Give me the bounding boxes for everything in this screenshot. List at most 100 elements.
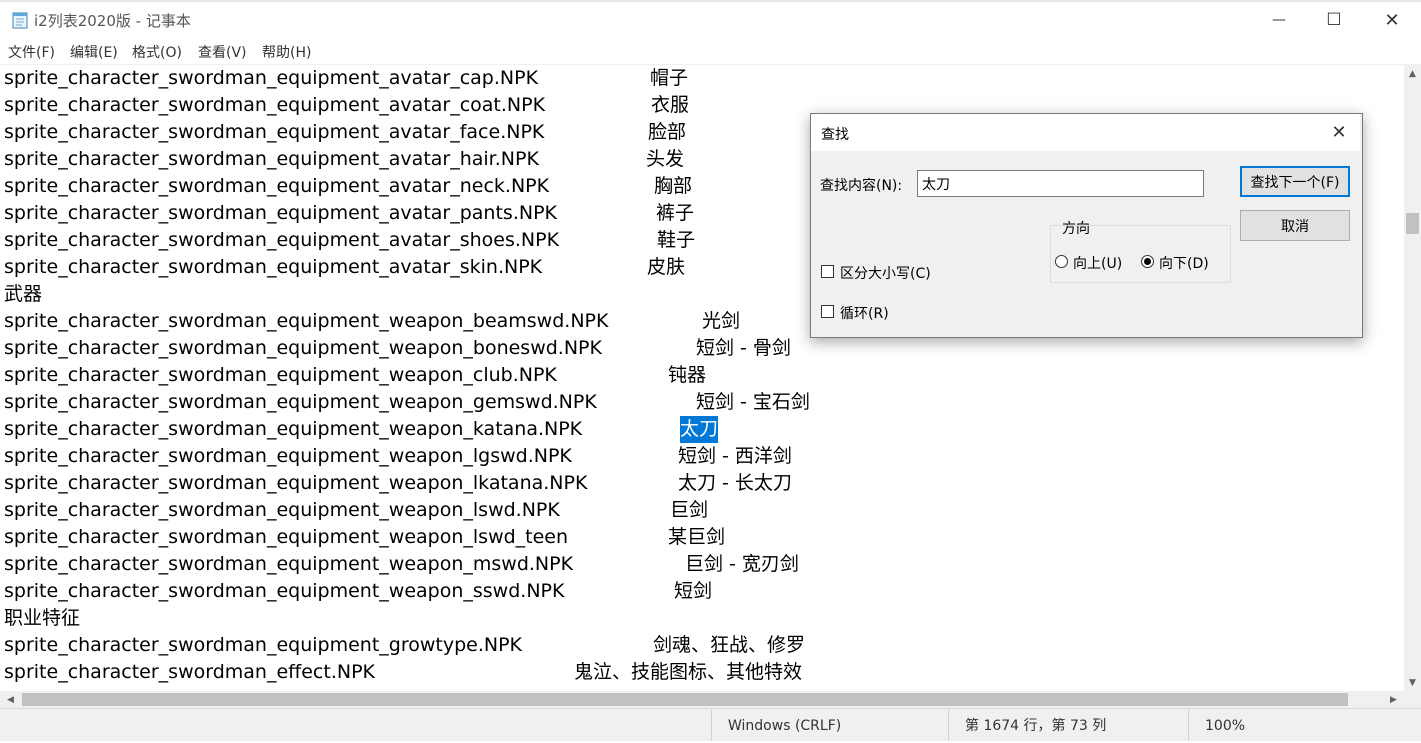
match-case-checkbox[interactable] xyxy=(821,265,834,278)
line-filename: sprite_character_swordman_equipment_avat… xyxy=(4,229,560,251)
line-filename: sprite_character_swordman_equipment_grow… xyxy=(4,634,523,656)
line-filename: 职业特征 xyxy=(4,607,81,629)
cancel-label: 取消 xyxy=(1281,218,1309,235)
title-bar: i2列表2020版 - 记事本 — ☐ ✕ xyxy=(0,0,1421,40)
line-filename: sprite_character_swordman_equipment_weap… xyxy=(4,553,574,575)
text-line: sprite_character_swordman_equipment_weap… xyxy=(4,335,1394,362)
status-encoding: Windows (CRLF) xyxy=(711,709,948,741)
line-description: 剑魂、狂战、修罗 xyxy=(653,634,806,656)
notepad-icon xyxy=(12,12,28,29)
line-description: 鬼泣、技能图标、其他特效 xyxy=(574,661,803,683)
line-description: 短剑 xyxy=(674,580,713,602)
taskbar-strip xyxy=(0,0,1421,2)
window-title: i2列表2020版 - 记事本 xyxy=(34,12,191,30)
status-position: 第 1674 行，第 73 列 xyxy=(948,709,1188,741)
find-what-label: 查找内容(N): xyxy=(820,178,903,194)
line-filename: sprite_character_swordman_effect.NPK xyxy=(4,661,376,683)
close-icon: ✕ xyxy=(1331,122,1347,143)
horizontal-scrollbar[interactable]: ◀ ▶ xyxy=(0,691,1404,708)
line-filename: sprite_character_swordman_equipment_weap… xyxy=(4,337,602,359)
line-filename: sprite_character_swordman_equipment_avat… xyxy=(4,148,539,170)
line-description: 短剑 - 骨剑 xyxy=(696,337,791,359)
menu-edit[interactable]: 编辑(E) xyxy=(70,42,118,62)
minimize-button[interactable]: — xyxy=(1250,0,1308,40)
direction-up-radio[interactable] xyxy=(1055,255,1068,268)
find-next-button[interactable]: 查找下一个(F) xyxy=(1240,166,1350,197)
text-line: sprite_character_swordman_equipment_grow… xyxy=(4,632,1394,659)
line-description: 鞋子 xyxy=(657,229,696,251)
line-description: 太刀 xyxy=(680,416,719,443)
find-dialog-title: 查找 xyxy=(821,127,849,143)
maximize-icon: ☐ xyxy=(1326,10,1342,30)
line-filename: sprite_character_swordman_equipment_avat… xyxy=(4,202,557,224)
line-filename: sprite_character_swordman_equipment_weap… xyxy=(4,310,609,332)
match-case-label[interactable]: 区分大小写(C) xyxy=(840,263,931,283)
find-dialog-titlebar: 查找 ✕ xyxy=(811,114,1360,151)
text-line: sprite_character_swordman_equipment_weap… xyxy=(4,524,1394,551)
line-filename: sprite_character_swordman_equipment_weap… xyxy=(4,526,569,548)
text-line: sprite_character_swordman_equipment_weap… xyxy=(4,497,1394,524)
line-filename: sprite_character_swordman_equipment_avat… xyxy=(4,256,543,278)
vertical-scrollbar[interactable]: ▲ ▼ xyxy=(1404,65,1421,691)
menu-help[interactable]: 帮助(H) xyxy=(262,42,311,62)
scroll-left-icon[interactable]: ◀ xyxy=(2,691,19,708)
line-filename: sprite_character_swordman_equipment_weap… xyxy=(4,364,557,386)
status-zoom: 100% xyxy=(1188,709,1421,741)
text-line: sprite_character_swordman_equipment_avat… xyxy=(4,65,1394,92)
horizontal-scroll-thumb[interactable] xyxy=(22,693,1348,706)
line-description: 头发 xyxy=(646,148,685,170)
line-filename: sprite_character_swordman_equipment_avat… xyxy=(4,175,550,197)
line-description: 短剑 - 宝石剑 xyxy=(696,391,810,413)
line-description: 脸部 xyxy=(648,121,687,143)
wrap-around-checkbox[interactable] xyxy=(821,305,834,318)
text-line: sprite_character_swordman_equipment_weap… xyxy=(4,578,1394,605)
find-dialog-close-button[interactable]: ✕ xyxy=(1319,114,1359,151)
scroll-down-icon[interactable]: ▼ xyxy=(1404,674,1421,691)
line-description: 短剑 - 西洋剑 xyxy=(678,445,792,467)
vertical-scroll-thumb[interactable] xyxy=(1406,213,1419,234)
scroll-up-icon[interactable]: ▲ xyxy=(1404,65,1421,82)
line-filename: sprite_character_swordman_equipment_avat… xyxy=(4,67,539,89)
line-description: 巨剑 - 宽刃剑 xyxy=(685,553,799,575)
line-description: 太刀 - 长太刀 xyxy=(678,472,792,494)
status-bar: Windows (CRLF) 第 1674 行，第 73 列 100% xyxy=(0,708,1421,741)
line-description: 某巨剑 xyxy=(668,526,726,548)
line-filename: sprite_character_swordman_equipment_avat… xyxy=(4,94,546,116)
line-description: 钝器 xyxy=(668,364,707,386)
line-filename: sprite_character_swordman_equipment_avat… xyxy=(4,121,545,143)
line-description: 皮肤 xyxy=(647,256,686,278)
line-filename: sprite_character_swordman_equipment_weap… xyxy=(4,445,572,467)
menu-file[interactable]: 文件(F) xyxy=(8,42,55,62)
line-filename: sprite_character_swordman_equipment_weap… xyxy=(4,418,583,440)
line-description: 巨剑 xyxy=(670,499,709,521)
line-description: 帽子 xyxy=(650,67,689,89)
text-line: sprite_character_swordman_equipment_weap… xyxy=(4,416,1394,443)
maximize-button[interactable]: ☐ xyxy=(1305,0,1363,40)
text-line: sprite_character_swordman_effect.NPK 鬼泣、技… xyxy=(4,659,1394,686)
menu-bar: 文件(F) 编辑(E) 格式(O) 查看(V) 帮助(H) xyxy=(0,40,1421,65)
direction-up-label[interactable]: 向上(U) xyxy=(1073,253,1122,273)
wrap-around-label[interactable]: 循环(R) xyxy=(840,303,889,323)
text-line: sprite_character_swordman_equipment_weap… xyxy=(4,389,1394,416)
text-line: 职业特征 xyxy=(4,605,1394,632)
scrollbar-corner xyxy=(1404,691,1421,708)
menu-format[interactable]: 格式(O) xyxy=(132,42,182,62)
find-what-input[interactable] xyxy=(917,170,1204,197)
find-dialog: 查找 ✕ 查找内容(N): 查找下一个(F) 取消 方向 向上(U) 向下(D)… xyxy=(810,113,1363,338)
direction-down-radio[interactable] xyxy=(1141,255,1154,268)
menu-view[interactable]: 查看(V) xyxy=(198,42,247,62)
close-button[interactable]: ✕ xyxy=(1363,0,1421,40)
text-line: sprite_character_swordman_equipment_weap… xyxy=(4,551,1394,578)
line-description: 光剑 xyxy=(702,310,741,332)
find-next-label: 查找下一个(F) xyxy=(1250,174,1340,191)
scroll-right-icon[interactable]: ▶ xyxy=(1385,691,1402,708)
line-description: 裤子 xyxy=(656,202,695,224)
cancel-button[interactable]: 取消 xyxy=(1240,210,1350,241)
text-line: sprite_character_swordman_equipment_weap… xyxy=(4,362,1394,389)
direction-down-label[interactable]: 向下(D) xyxy=(1159,253,1209,273)
line-filename: 武器 xyxy=(4,283,43,305)
text-line: sprite_character_swordman_equipment_weap… xyxy=(4,443,1394,470)
line-filename: sprite_character_swordman_equipment_weap… xyxy=(4,499,560,521)
line-filename: sprite_character_swordman_equipment_weap… xyxy=(4,580,565,602)
line-description: 胸部 xyxy=(654,175,693,197)
